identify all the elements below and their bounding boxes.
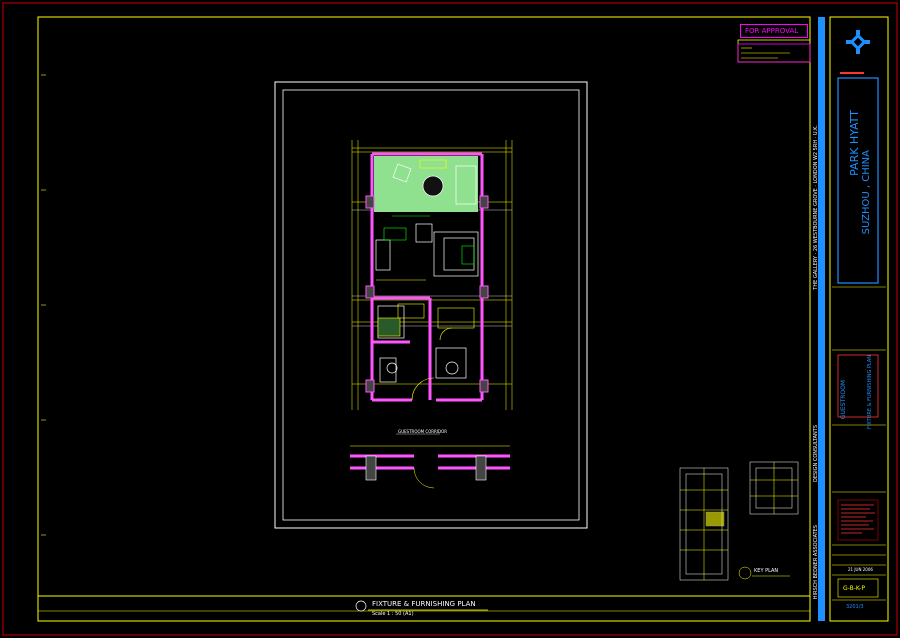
cad-drawing-svg	[2, 2, 898, 636]
cad-drawing-canvas[interactable]: FOR APPROVAL PARK HYATT SUZHOU , CHINA T…	[0, 0, 900, 638]
drawing-date: 21 JUN 2006	[848, 567, 873, 572]
drawing-number: G-B-K-P	[843, 585, 865, 592]
hba-logo-icon	[846, 30, 870, 54]
project-name: PARK HYATT	[848, 110, 861, 176]
plan-scale: Scale 1 : 50 (A1)	[372, 611, 414, 617]
drawing-room: GUESTROOM	[840, 380, 847, 420]
plan-title: FIXTURE & FURNISHING PLAN	[372, 600, 476, 608]
corridor-label: GUESTROOM CORRIDOR	[398, 429, 448, 434]
consultant-name: HIRSCH BEDNER ASSOCIATES	[813, 525, 819, 600]
revision-notes-box	[837, 499, 879, 541]
approval-stamp: FOR APPROVAL	[740, 24, 808, 38]
title-block-frame	[829, 16, 889, 622]
sheet-border	[37, 16, 811, 622]
job-number: 3201/3	[846, 604, 864, 610]
left-margin-ticks	[41, 74, 46, 536]
consultant-role: DESIGN CONSULTANTS	[813, 425, 819, 483]
guestroom-floor-plan	[350, 140, 513, 489]
title-block-blue-bar	[818, 17, 825, 621]
project-name-box	[837, 77, 879, 284]
key-plan-label: KEY PLAN	[754, 568, 779, 574]
consultant-address: THE GALLERY · 26 WESTBOURNE GROVE · LOND…	[813, 125, 819, 290]
key-plan-drawing	[679, 461, 799, 581]
project-location: SUZHOU , CHINA	[861, 150, 872, 235]
revision-notes-lines	[841, 504, 875, 534]
outer-red-frame	[2, 2, 898, 636]
approval-notes	[741, 47, 790, 59]
drawing-subtitle: FIXTURE & FURNISHING PLAN	[867, 355, 873, 430]
